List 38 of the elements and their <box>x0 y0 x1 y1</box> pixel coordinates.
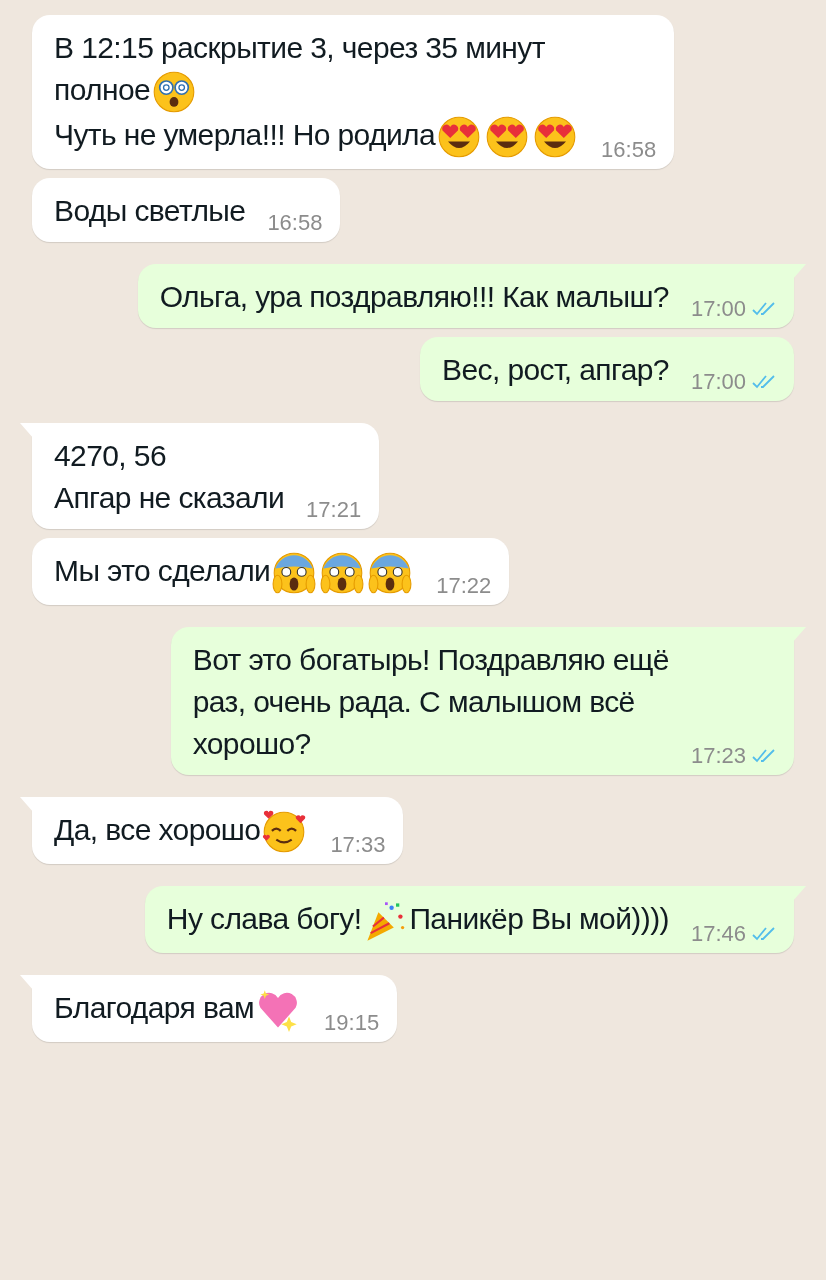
heart-eyes-face-icon <box>533 115 578 160</box>
message-text: В 12:15 раскрытие 3, через 35 минут <box>54 31 545 64</box>
message-time: 17:21 <box>306 497 362 524</box>
message-time: 17:33 <box>330 832 386 859</box>
message-text: Мы это сделали <box>54 554 271 588</box>
smiling-face-with-hearts-icon <box>262 810 307 855</box>
double-check-icon <box>752 748 776 765</box>
message-time: 19:15 <box>324 1010 380 1037</box>
message-text: Вот это богатырь! Поздравляю ещё <box>192 643 669 677</box>
heart-eyes-face-icon <box>485 115 530 160</box>
message-text: 4270, 56 <box>54 439 166 473</box>
message-text: Ну слава богу! <box>166 902 362 936</box>
message-text: раз, очень рада. С малышом всё <box>192 685 635 719</box>
dizzy-face-icon <box>152 70 197 115</box>
message-text: полное <box>54 73 151 106</box>
message-text: Да, все хорошо <box>54 813 261 847</box>
message-text: Воды светлые <box>54 194 246 228</box>
message-time: 17:00 <box>690 369 746 396</box>
message-text: Ольга, ура поздравляю!!! Как малыш? <box>159 280 669 314</box>
message-time: 17:23 <box>690 743 746 770</box>
message-text: Апгар не сказали <box>54 481 285 515</box>
screaming-face-icon <box>320 551 365 596</box>
message-time: 17:46 <box>690 921 746 948</box>
double-check-icon <box>752 926 776 943</box>
message-time: 17:22 <box>436 573 492 600</box>
message-time: 17:00 <box>690 296 746 323</box>
message-time: 16:58 <box>601 137 657 164</box>
message-text: хорошо? <box>192 727 311 761</box>
message-text: Вес, рост, апгар? <box>442 353 669 387</box>
screaming-face-icon <box>272 551 317 596</box>
screaming-face-icon <box>368 551 413 596</box>
double-check-icon <box>752 374 776 391</box>
double-check-icon <box>752 301 776 318</box>
message-text: Благодаря вам <box>54 991 255 1025</box>
message-text: Чуть не умерла!!! Но родила <box>54 118 436 152</box>
heart-eyes-face-icon <box>437 115 482 160</box>
message-text: Паникёр Вы мой)))) <box>409 902 669 936</box>
message-time: 16:58 <box>267 210 323 237</box>
